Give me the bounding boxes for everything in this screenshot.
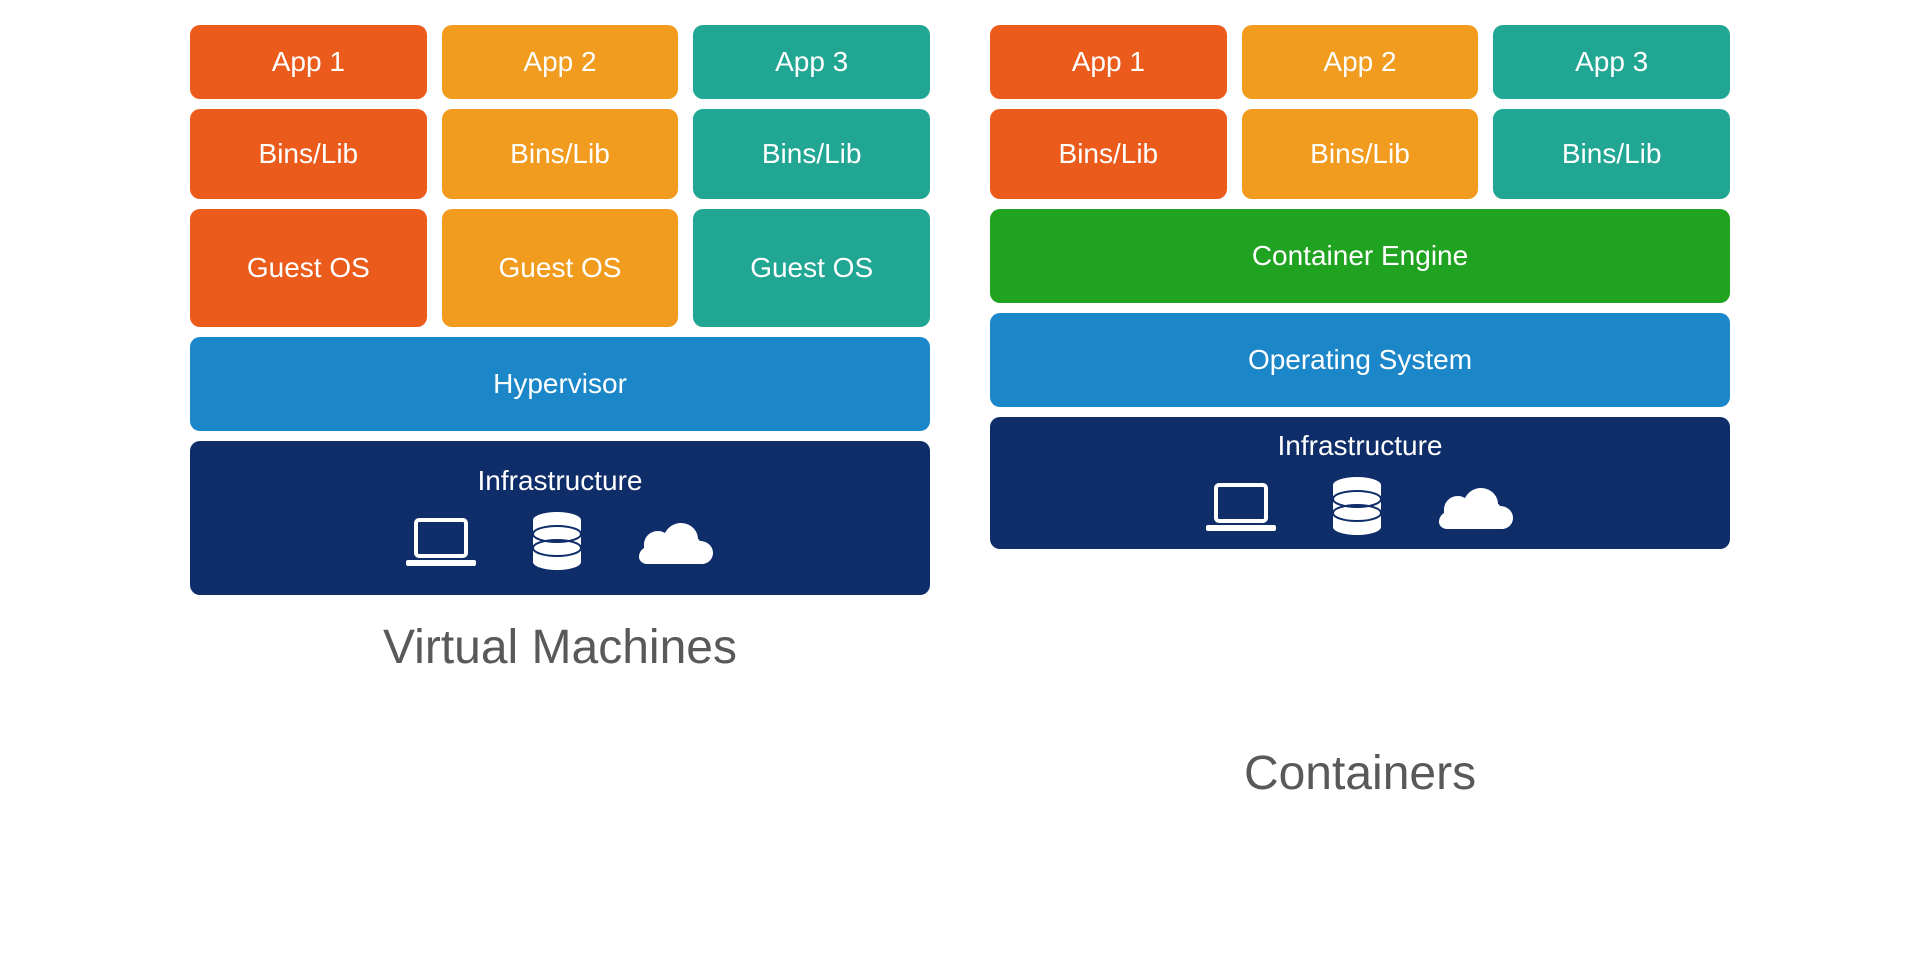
vm-guestos-3: Guest OS	[693, 209, 930, 327]
containers-infra-icons	[1206, 477, 1514, 537]
vm-hypervisor-layer: Hypervisor	[190, 337, 930, 431]
cloud-icon	[1438, 484, 1514, 530]
containers-stack: App 1 App 2 App 3 Bins/Lib Bins/Lib Bins…	[990, 25, 1730, 801]
containers-os-layer: Operating System	[990, 313, 1730, 407]
vm-app-1: App 1	[190, 25, 427, 99]
containers-libs-2: Bins/Lib	[1242, 109, 1479, 199]
vm-stack: App 1 App 2 App 3 Bins/Lib Bins/Lib Bins…	[190, 25, 930, 801]
vm-infrastructure-label: Infrastructure	[478, 465, 643, 497]
containers-title: Containers	[1244, 746, 1476, 801]
vm-libs-row: Bins/Lib Bins/Lib Bins/Lib	[190, 109, 930, 199]
containers-infrastructure-label: Infrastructure	[1278, 430, 1443, 462]
vm-apps-row: App 1 App 2 App 3	[190, 25, 930, 99]
containers-app-3: App 3	[1493, 25, 1730, 99]
laptop-icon	[406, 516, 476, 568]
vm-app-2: App 2	[442, 25, 679, 99]
containers-engine-layer: Container Engine	[990, 209, 1730, 303]
vm-libs-1: Bins/Lib	[190, 109, 427, 199]
containers-libs-1: Bins/Lib	[990, 109, 1227, 199]
vm-infra-icons	[406, 512, 714, 572]
containers-libs-row: Bins/Lib Bins/Lib Bins/Lib	[990, 109, 1730, 199]
containers-spacer	[990, 559, 1730, 721]
vm-infrastructure-layer: Infrastructure	[190, 441, 930, 595]
vm-layers: App 1 App 2 App 3 Bins/Lib Bins/Lib Bins…	[190, 25, 930, 595]
vm-libs-2: Bins/Lib	[442, 109, 679, 199]
containers-app-1: App 1	[990, 25, 1227, 99]
containers-infrastructure-layer: Infrastructure	[990, 417, 1730, 549]
vm-app-3: App 3	[693, 25, 930, 99]
laptop-icon	[1206, 481, 1276, 533]
database-icon	[531, 512, 583, 572]
containers-apps-row: App 1 App 2 App 3	[990, 25, 1730, 99]
containers-libs-3: Bins/Lib	[1493, 109, 1730, 199]
vm-title: Virtual Machines	[383, 620, 737, 675]
vm-libs-3: Bins/Lib	[693, 109, 930, 199]
vm-guestos-1: Guest OS	[190, 209, 427, 327]
containers-app-2: App 2	[1242, 25, 1479, 99]
vm-guestos-row: Guest OS Guest OS Guest OS	[190, 209, 930, 327]
vm-guestos-2: Guest OS	[442, 209, 679, 327]
cloud-icon	[638, 519, 714, 565]
containers-layers: App 1 App 2 App 3 Bins/Lib Bins/Lib Bins…	[990, 25, 1730, 721]
database-icon	[1331, 477, 1383, 537]
